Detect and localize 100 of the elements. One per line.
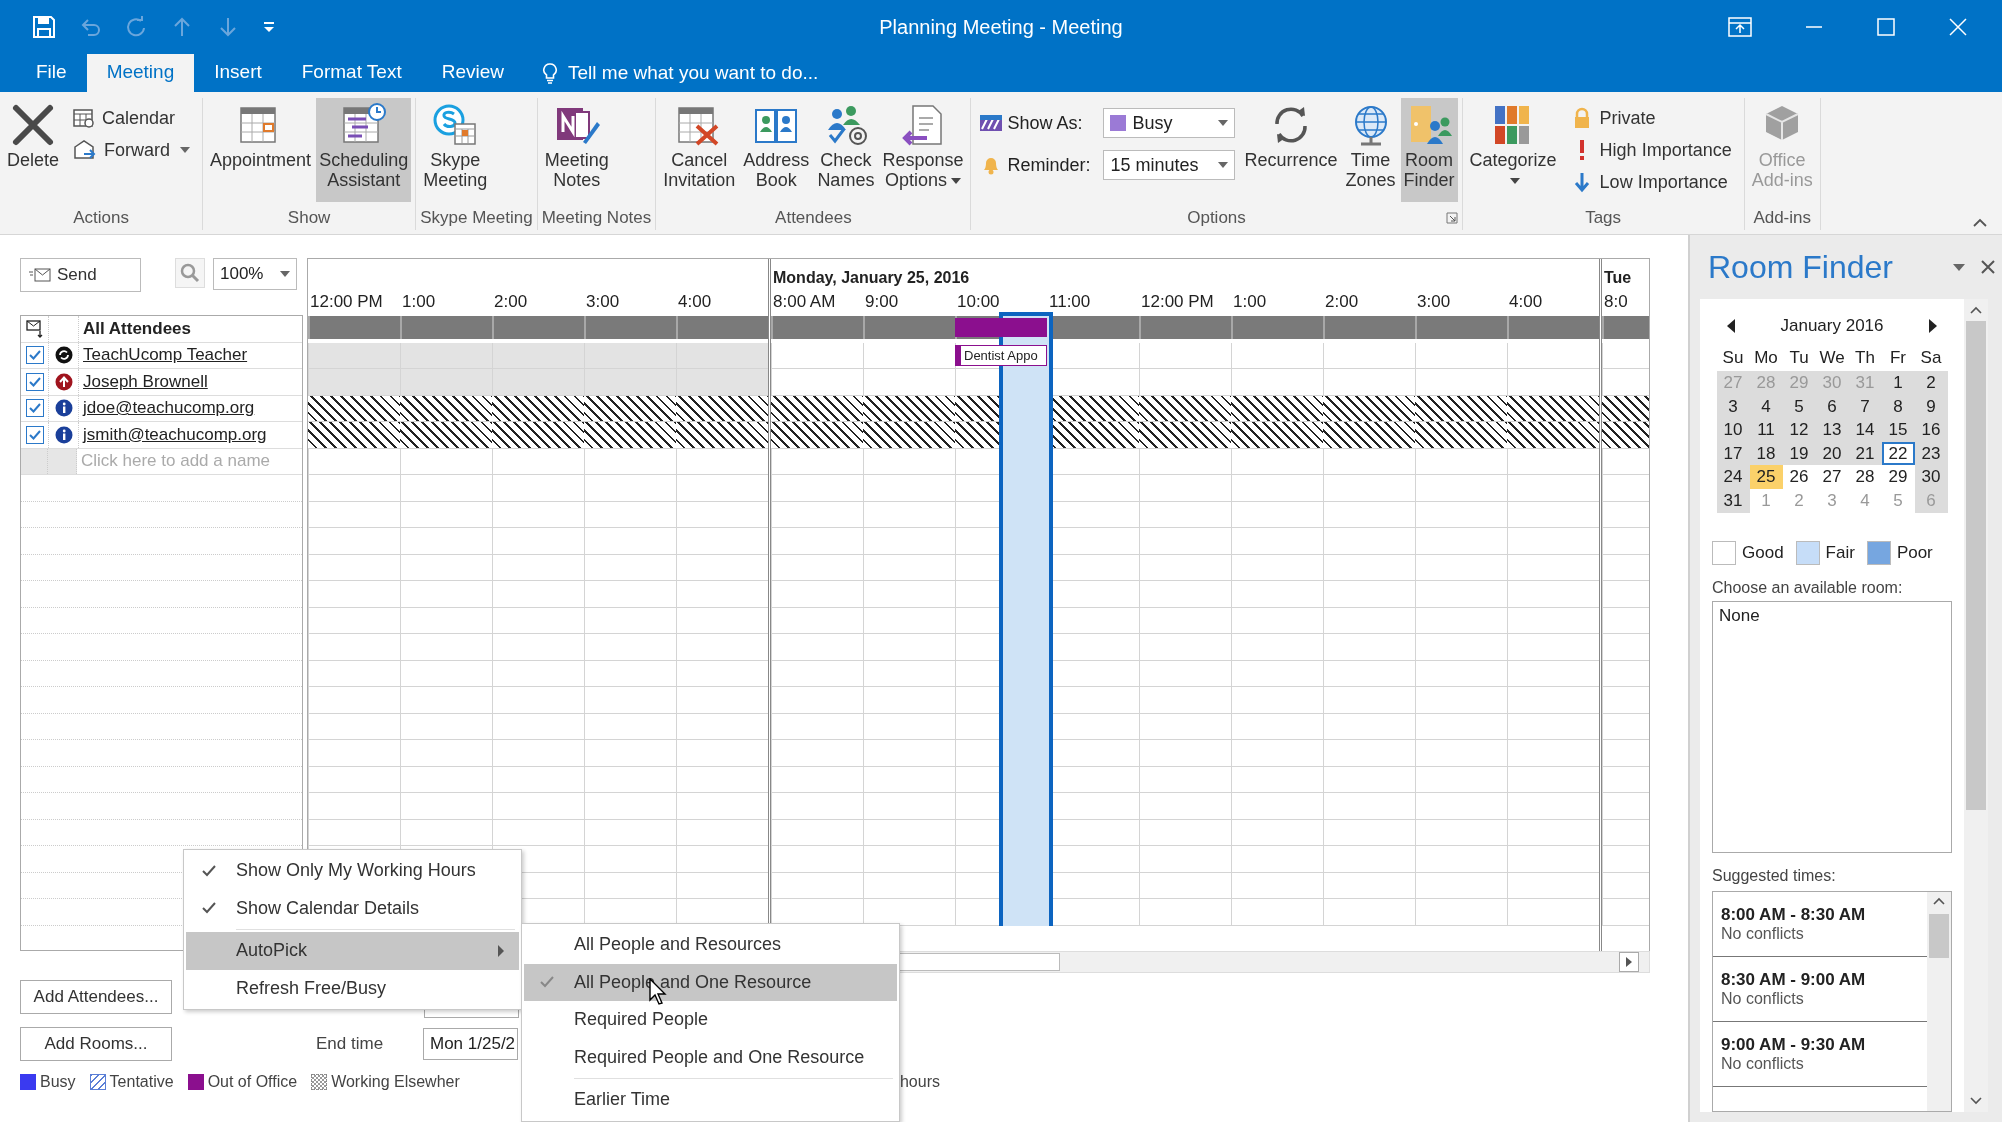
date-header: Monday, January 25, 2016 xyxy=(773,269,970,287)
group-label: Options xyxy=(1187,208,1246,228)
menu-item[interactable]: Show Calendar Details xyxy=(186,889,519,927)
calendar-day[interactable]: 30 xyxy=(1914,465,1948,489)
add-attendees-button[interactable]: Add Attendees... xyxy=(20,979,172,1014)
weekday-label: Th xyxy=(1854,347,1876,369)
window-title: Planning Meeting - Meeting xyxy=(879,15,1123,39)
calendar-day[interactable]: 28 xyxy=(1848,465,1882,489)
meeting-notes-button[interactable]: Meeting Notes xyxy=(541,98,612,202)
add-rooms-button[interactable]: Add Rooms... xyxy=(20,1026,172,1061)
menu-item[interactable]: Refresh Free/Busy xyxy=(186,969,519,1007)
menu-item[interactable]: All People and Resources xyxy=(524,926,897,964)
categorize-button[interactable]: Categorize xyxy=(1466,98,1560,202)
menu-item[interactable]: Show Only My Working Hours xyxy=(186,852,519,890)
weekday-label: We xyxy=(1818,347,1846,369)
calendar-day[interactable]: 15 xyxy=(1881,418,1915,442)
skype-meeting-button[interactable]: Skype Meeting xyxy=(420,98,491,202)
calendar-day[interactable]: 2 xyxy=(1914,371,1948,395)
calendar-day[interactable]: 25 xyxy=(1749,465,1783,489)
calendar-day[interactable]: 14 xyxy=(1848,418,1882,442)
calendar-button[interactable]: Calendar xyxy=(68,104,195,132)
end-date-field[interactable]: Mon 1/25/2 xyxy=(423,1027,518,1060)
response-options-button[interactable]: Response Options xyxy=(879,98,967,202)
low-importance-button[interactable]: Low Importance xyxy=(1565,168,1736,196)
ribbon-tab[interactable]: Format Text xyxy=(281,54,422,92)
high-importance-button[interactable]: High Importance xyxy=(1565,136,1736,164)
forward-button[interactable]: Forward xyxy=(68,136,195,164)
calendar-day[interactable]: 13 xyxy=(1815,418,1849,442)
ribbon-tab[interactable]: Meeting xyxy=(86,54,195,92)
calendar-day[interactable]: 27 xyxy=(1815,465,1849,489)
hour-label: 1:00 xyxy=(402,291,436,311)
calendar-day[interactable]: 11 xyxy=(1749,418,1783,442)
hour-label: 10:00 xyxy=(957,291,1000,311)
hour-label: 8:00 AM xyxy=(773,291,836,311)
weekday-label: Sa xyxy=(1919,347,1943,369)
pane-title: Room Finder xyxy=(1708,248,1894,286)
time-zones-button[interactable]: Time Zones xyxy=(1342,98,1399,202)
suggested-times-label: Suggested times: xyxy=(1712,866,1837,885)
zoom-dropdown[interactable]: 100% xyxy=(213,258,297,290)
show-as-label: Show As: xyxy=(1007,112,1084,134)
month-label: January 2016 xyxy=(1780,316,1884,336)
legend-label: Working Elsewher xyxy=(331,1073,460,1091)
private-button[interactable]: Private xyxy=(1565,104,1736,132)
reminder-dropdown[interactable]: 15 minutes xyxy=(1103,150,1236,180)
menu-item[interactable]: Required People and One Resource xyxy=(524,1038,897,1076)
attendee-name[interactable]: jdoe@teachucomp.org xyxy=(83,398,255,418)
calendar-day[interactable]: 10 xyxy=(1716,418,1750,442)
ribbon-tab[interactable]: Insert xyxy=(194,54,282,92)
scheduling-assistant-button[interactable]: Scheduling Assistant xyxy=(316,98,412,202)
tell-me-field[interactable]: Tell me what you want to do... xyxy=(568,62,869,84)
weekday-label: Su xyxy=(1721,347,1745,369)
address-book-button[interactable]: Address Book xyxy=(740,98,813,202)
group-label: Skype Meeting xyxy=(420,208,533,228)
attendee-name[interactable]: TeachUcomp Teacher xyxy=(83,345,248,365)
room-finder-button[interactable]: Room Finder xyxy=(1400,98,1458,202)
menu-item[interactable]: AutoPick xyxy=(186,932,519,970)
check-names-button[interactable]: Check Names xyxy=(814,98,878,202)
hour-label: 12:00 PM xyxy=(1141,291,1214,311)
group-label: Add-ins xyxy=(1753,208,1811,228)
calendar-day[interactable]: 22 xyxy=(1881,441,1915,466)
hour-label: 11:00 xyxy=(1049,291,1091,311)
menu-item[interactable]: Earlier Time xyxy=(524,1081,897,1119)
calendar-day[interactable]: 17 xyxy=(1716,441,1750,466)
attendee-name[interactable]: jsmith@teachucomp.org xyxy=(83,424,267,444)
calendar-day[interactable]: 1 xyxy=(1881,371,1915,395)
calendar-day[interactable]: 24 xyxy=(1716,465,1750,489)
menu-item[interactable]: Required People xyxy=(524,1001,897,1039)
ribbon-tab[interactable]: File xyxy=(16,54,87,92)
hour-label: 9:00 xyxy=(865,291,899,311)
delete-button[interactable]: Delete xyxy=(4,98,63,202)
calendar-day[interactable]: 31 xyxy=(1716,488,1750,513)
appointment-button[interactable]: Appointment xyxy=(207,98,315,202)
group-label: Actions xyxy=(73,208,129,228)
column-header: All Attendees xyxy=(82,318,192,339)
legend-label: Poor xyxy=(1896,542,1933,563)
attendee-name[interactable]: Joseph Brownell xyxy=(83,371,208,391)
legend-label: Tentative xyxy=(109,1073,174,1091)
calendar-day[interactable]: 3 xyxy=(1716,394,1750,419)
calendar-day[interactable]: 12 xyxy=(1782,418,1816,442)
send-button[interactable]: Send xyxy=(20,258,141,292)
calendar-day[interactable]: 16 xyxy=(1914,418,1948,442)
calendar-day[interactable]: 26 xyxy=(1782,465,1816,489)
ribbon-tab[interactable]: Review xyxy=(421,54,525,92)
show-as-dropdown[interactable]: Busy xyxy=(1103,108,1236,138)
hour-label: 3:00 xyxy=(586,291,620,311)
hour-label: 4:00 xyxy=(678,291,712,311)
cancel-invitation-button[interactable]: Cancel Invitation xyxy=(660,98,739,202)
date-header: Tue xyxy=(1604,269,1632,287)
legend-label: hours xyxy=(899,1073,940,1091)
appointment-block[interactable]: Dentist Appo xyxy=(955,344,1047,366)
add-name-field[interactable]: Click here to add a name xyxy=(77,451,302,472)
weekday-label: Tu xyxy=(1788,347,1810,369)
group-label: Attendees xyxy=(775,208,852,228)
recurrence-button[interactable]: Recurrence xyxy=(1241,98,1341,202)
calendar-day[interactable]: 29 xyxy=(1881,465,1915,489)
hour-label: 3:00 xyxy=(1417,291,1451,311)
weekday-label: Mo xyxy=(1753,347,1779,369)
reminder-label: Reminder: xyxy=(1007,154,1092,176)
room-item[interactable]: None xyxy=(1719,605,1945,626)
hour-label: 1:00 xyxy=(1233,291,1267,311)
